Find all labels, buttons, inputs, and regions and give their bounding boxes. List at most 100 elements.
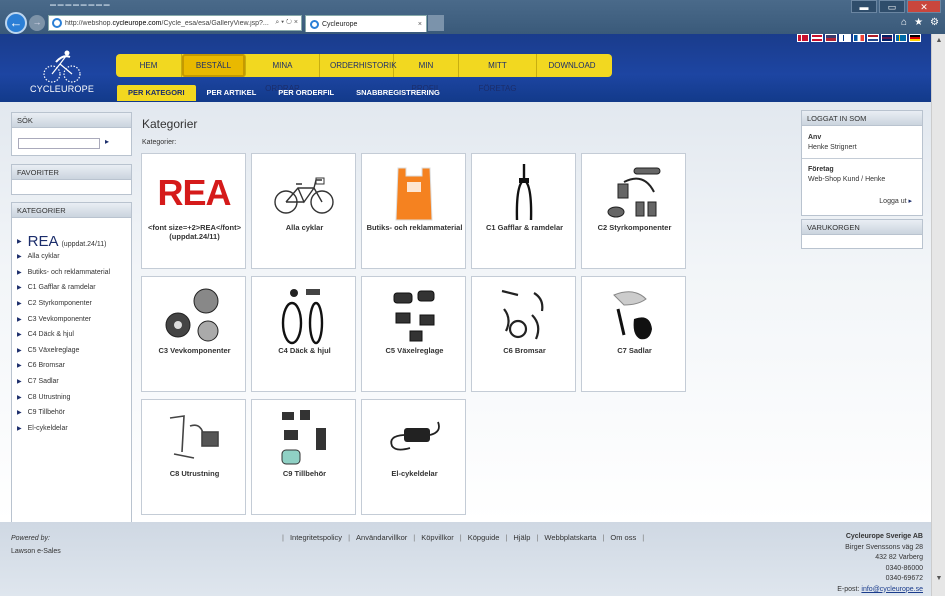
rea-text-image: REA [154, 162, 234, 224]
flag-icon[interactable] [825, 34, 837, 42]
nav-hem[interactable]: HEM [116, 54, 182, 77]
tile-caption: El-cykeldelar [391, 469, 438, 478]
category-label: Butiks- och reklammaterial [27, 268, 111, 276]
tile-c1[interactable]: C1 Gafflar & ramdelar [471, 153, 576, 269]
tile-c2[interactable]: C2 Styrkomponenter [581, 153, 686, 269]
flag-icon[interactable] [909, 34, 921, 42]
flag-icon[interactable] [811, 34, 823, 42]
footer-link[interactable]: Köpvillkor [421, 533, 454, 542]
flag-icon[interactable] [881, 34, 893, 42]
category-item[interactable]: ▶ Alla cyklar [17, 249, 129, 265]
category-label: El-cykeldelar [27, 424, 68, 432]
close-window-icon[interactable]: ✕ [907, 0, 941, 13]
search-go-icon[interactable]: ▸ [105, 137, 109, 146]
logo-text: CYCLEUROPE [30, 84, 95, 94]
scroll-down-icon[interactable]: ▼ [932, 572, 945, 586]
category-item[interactable]: ▶ C5 Växelreglage [17, 343, 129, 359]
home-icon[interactable]: ⌂ [901, 17, 907, 28]
cyclist-logo-icon [43, 50, 81, 83]
footer-link[interactable]: Hjälp [513, 533, 530, 542]
flag-icon[interactable] [797, 34, 809, 42]
nav-mitt-foretag[interactable]: MITT FÖRETAG [459, 54, 537, 93]
category-item-rea[interactable]: ▶ REA (uppdat.24/11) [17, 233, 129, 250]
tile-c3[interactable]: C3 Vevkomponenter [141, 276, 246, 392]
address-controls[interactable]: ⌕ ▾ ↻ × [275, 19, 301, 27]
footer-link[interactable]: Webbplatskarta [544, 533, 596, 542]
address-url[interactable]: http://webshop.cycleurope.com/Cycle_esa/… [65, 20, 272, 27]
cart-box[interactable]: VARUKORGEN [801, 219, 923, 249]
page-scrollbar[interactable]: ▲ ▼ [931, 34, 945, 596]
back-arrow-icon[interactable]: ← [5, 12, 27, 34]
category-label: C8 Utrustning [27, 393, 71, 401]
forward-arrow-icon[interactable]: → [29, 15, 45, 31]
settings-gear-icon[interactable]: ⚙ [930, 17, 939, 28]
tab-close-icon[interactable]: × [418, 21, 422, 28]
tile-alla-cyklar[interactable]: Alla cyklar [251, 153, 356, 269]
arrow-right-icon: ▶ [17, 285, 22, 292]
subnav-per-orderfil[interactable]: PER ORDERFIL [267, 85, 345, 101]
favorites-star-icon[interactable]: ★ [914, 17, 923, 28]
nav-bestall[interactable]: BESTÄLL [182, 54, 246, 77]
email-link[interactable]: info@cycleurope.se [861, 586, 923, 593]
nav-download[interactable]: DOWNLOAD [537, 54, 607, 77]
tile-c5[interactable]: C5 Växelreglage [361, 276, 466, 392]
category-item[interactable]: ▶ C1 Gafflar & ramdelar [17, 280, 129, 296]
category-item[interactable]: ▶ C8 Utrustning [17, 389, 129, 405]
company-phone: 0340-86000 [885, 564, 923, 572]
tile-c8[interactable]: C8 Utrustning [141, 399, 246, 515]
search-input[interactable] [18, 138, 100, 149]
browser-tab[interactable]: Cycleurope × [305, 15, 427, 32]
footer-link[interactable]: Användarvillkor [356, 533, 407, 542]
email-label: E-post: [837, 585, 860, 593]
nav-min-profil[interactable]: MIN PROFIL [394, 54, 459, 93]
footer-link[interactable]: Om oss [610, 533, 636, 542]
tile-rea[interactable]: REA <font size=+2>REA</font> (uppdat.24/… [141, 153, 246, 269]
category-item[interactable]: ▶ C7 Sadlar [17, 374, 129, 390]
rea-updated: (uppdat.24/11) [61, 240, 107, 248]
search-header: SÖK [12, 113, 131, 128]
cycleurope-logo[interactable]: CYCLEUROPE [30, 48, 95, 98]
flag-icon[interactable] [853, 34, 865, 42]
category-item[interactable]: ▶ C3 Vevkomponenter [17, 311, 129, 327]
category-item[interactable]: ▶ C6 Bromsar [17, 358, 129, 374]
category-item[interactable]: ▶ El-cykeldelar [17, 421, 129, 437]
e-bike-charger-icon [390, 421, 440, 451]
new-tab-button[interactable] [428, 15, 444, 31]
flag-icon[interactable] [895, 34, 907, 42]
tile-caption: C8 Utrustning [169, 469, 220, 478]
category-item[interactable]: ▶ C9 Tillbehör [17, 405, 129, 421]
company-name: Cycleurope Sverige AB [845, 533, 923, 540]
subnav-per-artikel[interactable]: PER ARTIKEL [196, 85, 268, 101]
tile-caption: C6 Bromsar [503, 346, 546, 355]
footer-link[interactable]: Integritetspolicy [290, 533, 342, 542]
tile-c4[interactable]: C4 Däck & hjul [251, 276, 356, 392]
minimize-icon[interactable]: ▬ [851, 0, 877, 13]
menubar-blur: ▬ ▬ ▬ ▬ ▬ ▬ ▬ ▬ [50, 2, 110, 8]
tile-butiks[interactable]: Butiks- och reklammaterial [361, 153, 466, 269]
category-item[interactable]: ▶ C2 Styrkomponenter [17, 296, 129, 312]
flag-icon[interactable] [839, 34, 851, 42]
tile-c7[interactable]: C7 Sadlar [581, 276, 686, 392]
maximize-icon[interactable]: ▭ [879, 0, 905, 13]
anv-label: Anv [808, 134, 822, 141]
tile-c6[interactable]: C6 Bromsar [471, 276, 576, 392]
tile-el-cykeldelar[interactable]: El-cykeldelar [361, 399, 466, 515]
category-item[interactable]: ▶ C4 Däck & hjul [17, 327, 129, 343]
powered-by: Powered by: Lawson e-Sales [11, 532, 61, 558]
footer-link[interactable]: Köpguide [468, 533, 500, 542]
tile-c9[interactable]: C9 Tillbehör [251, 399, 356, 515]
subnav-per-kategori[interactable]: PER KATEGORI [117, 85, 196, 101]
subnav-snabbregistrering[interactable]: SNABBREGISTRERING [345, 85, 451, 101]
category-item[interactable]: ▶ Butiks- och reklammaterial [17, 265, 129, 281]
nav-orderhistorik[interactable]: ORDERHISTORIK [320, 54, 397, 77]
address-bar[interactable]: http://webshop.cycleurope.com/Cycle_esa/… [48, 15, 302, 31]
company-info: Cycleurope Sverige AB Birger Svenssons v… [837, 532, 923, 595]
tab-title: Cycleurope [322, 20, 358, 28]
category-list: ▶ REA (uppdat.24/11) ▶ Alla cyklar ▶ Butiks… [17, 233, 129, 436]
logout-link[interactable]: Logga ut ▸ [879, 197, 912, 205]
main-nav: HEM BESTÄLL MINA ORDRAR ORDERHISTORIK MI… [116, 54, 612, 93]
flag-icon[interactable] [867, 34, 879, 42]
scroll-up-icon[interactable]: ▲ [932, 34, 945, 48]
nav-mina-ordrar[interactable]: MINA ORDRAR [246, 54, 320, 93]
divider: | [602, 533, 605, 542]
